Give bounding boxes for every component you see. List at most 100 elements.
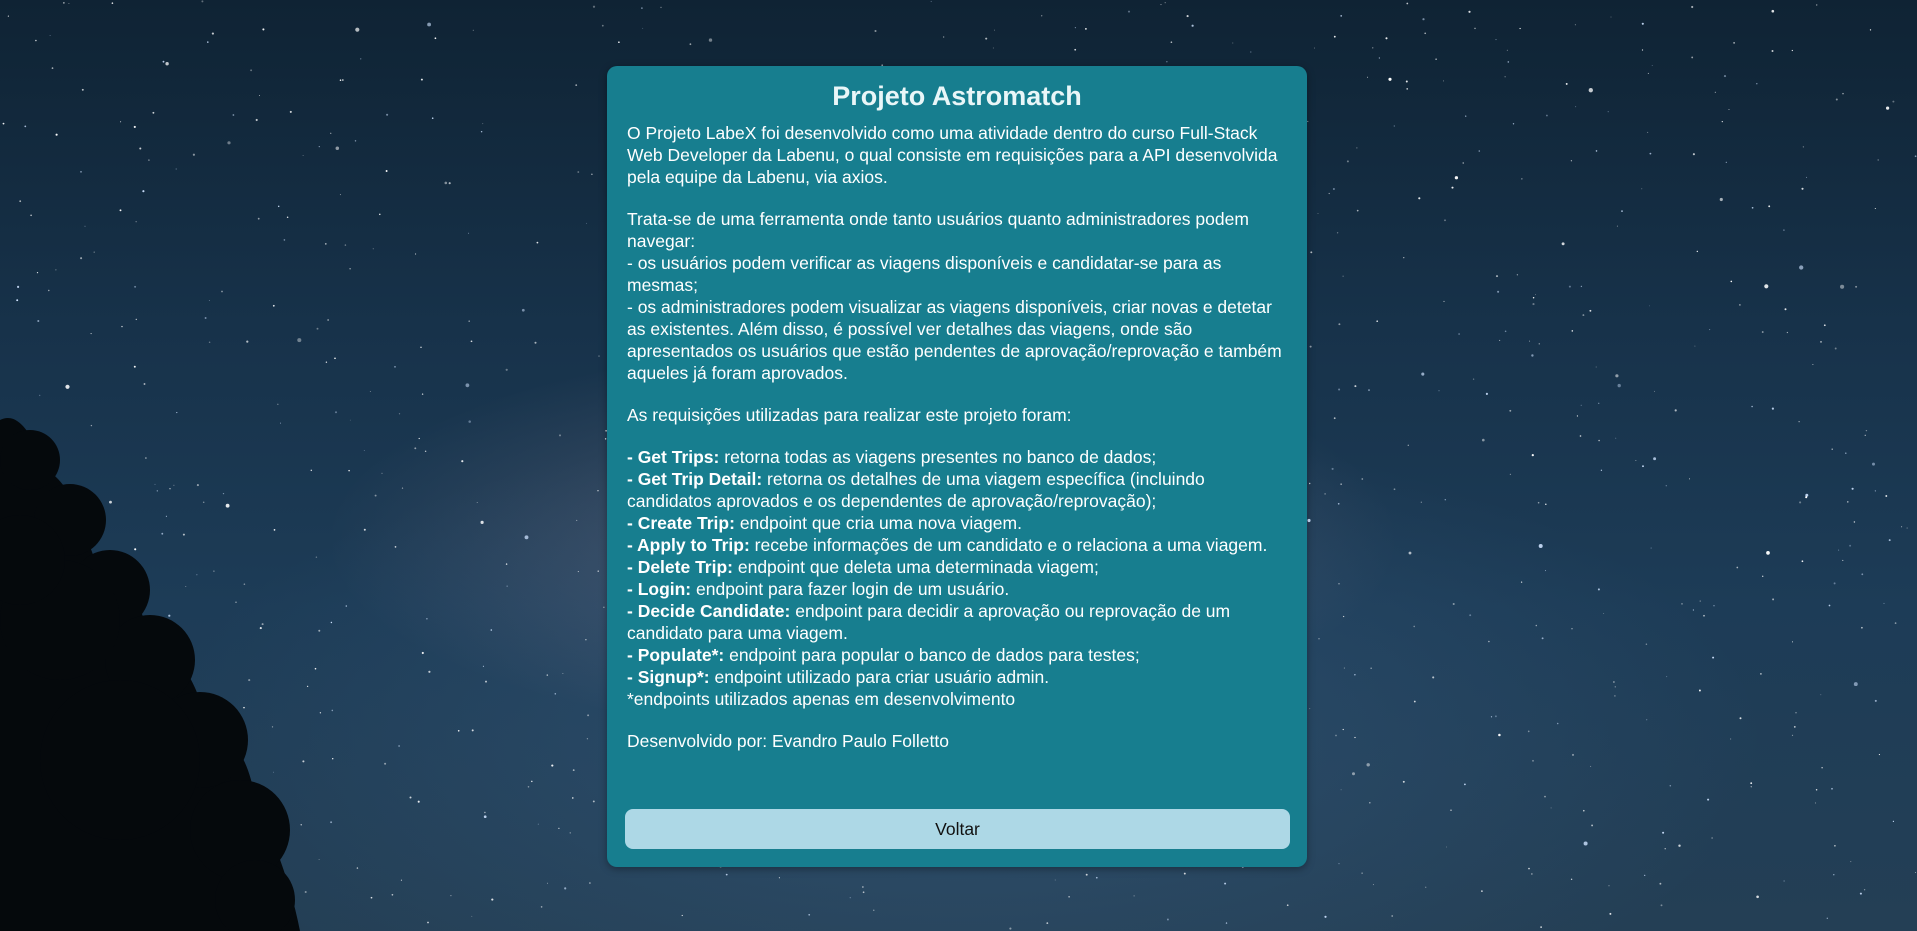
star xyxy=(318,859,320,861)
star xyxy=(1361,872,1363,874)
star xyxy=(273,529,276,531)
endpoint-list: - Get Trips: retorna todas as viagens pr… xyxy=(627,446,1287,710)
description-users: - os usuários podem verificar as viagens… xyxy=(627,253,1222,295)
about-card: Projeto Astromatch O Projeto LabeX foi d… xyxy=(607,66,1307,867)
star xyxy=(1224,882,1227,885)
star xyxy=(55,133,58,136)
star xyxy=(1385,37,1388,40)
star xyxy=(391,893,394,896)
star xyxy=(426,618,428,620)
star xyxy=(1582,314,1585,317)
star xyxy=(468,232,470,234)
star xyxy=(135,318,138,321)
star xyxy=(1393,125,1395,127)
star xyxy=(24,125,27,128)
star xyxy=(1332,187,1335,191)
star xyxy=(537,823,539,825)
star xyxy=(1328,192,1330,195)
star xyxy=(1324,915,1327,918)
star xyxy=(201,0,204,3)
star xyxy=(1367,76,1369,78)
star xyxy=(331,709,334,712)
star xyxy=(1342,728,1344,731)
star xyxy=(1529,340,1531,342)
star xyxy=(306,685,309,688)
star xyxy=(277,403,279,405)
star xyxy=(531,780,533,783)
star xyxy=(414,447,417,450)
star xyxy=(1402,780,1405,783)
star xyxy=(559,434,561,437)
star xyxy=(1647,72,1649,74)
star xyxy=(505,368,508,371)
star xyxy=(1883,602,1885,604)
star xyxy=(1494,715,1497,718)
star xyxy=(506,585,508,587)
star xyxy=(1519,27,1521,30)
description-lead: Trata-se de uma ferramenta onde tanto us… xyxy=(627,209,1249,251)
star xyxy=(1820,341,1822,343)
star xyxy=(1847,501,1849,503)
star xyxy=(1403,257,1405,259)
star xyxy=(1833,582,1836,585)
star xyxy=(1054,879,1056,881)
star xyxy=(1885,495,1888,497)
star xyxy=(468,420,471,423)
star xyxy=(1532,303,1535,306)
star xyxy=(1474,27,1476,30)
star xyxy=(1823,324,1826,327)
star xyxy=(81,88,84,91)
star xyxy=(546,674,549,676)
star xyxy=(1831,787,1833,790)
star xyxy=(1681,603,1683,605)
endpoint-name: - Delete Trip: xyxy=(627,557,733,577)
star xyxy=(1333,417,1336,420)
star xyxy=(1286,904,1289,907)
star xyxy=(1892,820,1895,823)
star xyxy=(1335,734,1337,737)
star xyxy=(1532,297,1535,299)
star xyxy=(1338,583,1340,585)
star xyxy=(1664,848,1666,850)
star xyxy=(1874,699,1877,702)
star xyxy=(1689,478,1690,480)
star xyxy=(589,882,591,884)
star xyxy=(1307,120,1309,122)
star xyxy=(1814,802,1817,804)
endpoint-description: endpoint utilizado para criar usuário ad… xyxy=(709,667,1050,687)
star xyxy=(349,419,351,421)
star xyxy=(558,827,560,830)
star xyxy=(1583,841,1588,846)
star xyxy=(279,422,282,424)
star xyxy=(161,532,164,535)
star xyxy=(1762,575,1764,577)
star xyxy=(1338,862,1340,865)
star xyxy=(1465,115,1467,117)
back-button[interactable]: Voltar xyxy=(625,809,1290,849)
star xyxy=(1851,487,1854,490)
star xyxy=(1583,809,1585,812)
intro-paragraph: O Projeto LabeX foi desenvolvido como um… xyxy=(627,123,1278,187)
star xyxy=(1535,624,1538,627)
star xyxy=(1861,626,1863,629)
star xyxy=(2,122,5,125)
star xyxy=(1545,570,1546,572)
star xyxy=(142,190,145,193)
star xyxy=(1698,689,1701,692)
star xyxy=(491,898,494,901)
star xyxy=(1719,197,1723,202)
star xyxy=(1454,176,1459,180)
star xyxy=(359,58,362,60)
star xyxy=(121,325,123,328)
star xyxy=(30,214,32,217)
star xyxy=(461,460,464,463)
star xyxy=(1874,207,1876,210)
star xyxy=(318,629,321,632)
star xyxy=(1450,809,1452,811)
star xyxy=(1615,374,1619,378)
star xyxy=(873,909,875,911)
star xyxy=(1445,846,1447,848)
star xyxy=(1865,429,1868,432)
star xyxy=(379,213,381,216)
star xyxy=(134,285,137,288)
